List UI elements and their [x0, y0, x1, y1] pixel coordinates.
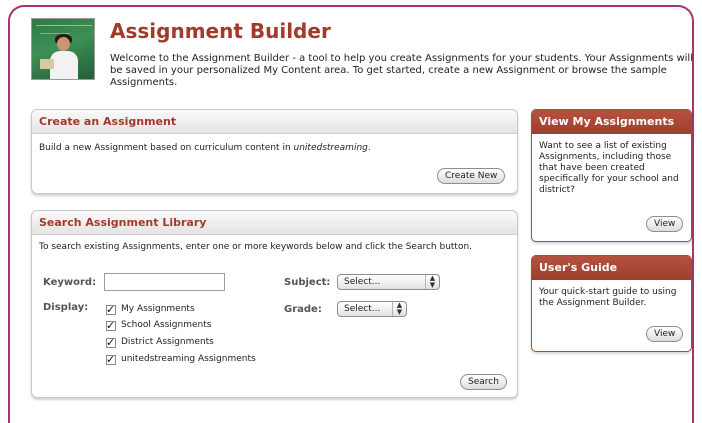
- school-assignments-checkbox[interactable]: ✓: [106, 320, 116, 331]
- school-assignments-label: School Assignments: [121, 320, 212, 330]
- view-assignments-button[interactable]: View: [646, 216, 684, 232]
- create-description: Build a new Assignment based on curricul…: [39, 143, 371, 153]
- search-library-heading: Search Assignment Library: [32, 211, 517, 235]
- keyword-input[interactable]: [104, 273, 225, 291]
- my-assignments-label: My Assignments: [121, 304, 195, 314]
- keyword-label: Keyword:: [43, 277, 97, 288]
- users-guide-text: Your quick-start guide to using the Assi…: [539, 287, 677, 308]
- search-instructions: To search existing Assignments, enter on…: [39, 242, 473, 252]
- unitedstreaming-assignments-label: unitedstreaming Assignments: [121, 354, 256, 364]
- grade-select[interactable]: Select... ▲ ▼: [337, 301, 407, 317]
- unitedstreaming-assignments-checkbox[interactable]: ✓: [106, 354, 116, 365]
- create-new-button[interactable]: Create New: [437, 168, 506, 184]
- view-assignments-text: Want to see a list of existing Assignmen…: [539, 141, 679, 195]
- subject-select[interactable]: Select... ▲ ▼: [337, 274, 440, 290]
- create-assignment-panel: Create an Assignment Build a new Assignm…: [31, 109, 518, 194]
- users-guide-view-button[interactable]: View: [646, 326, 684, 342]
- select-arrows-icon: ▲ ▼: [425, 275, 439, 289]
- teacher-photo: [31, 18, 95, 80]
- my-assignments-checkbox[interactable]: ✓: [106, 304, 116, 315]
- subject-label: Subject:: [284, 277, 331, 288]
- search-library-panel: Search Assignment Library To search exis…: [31, 210, 518, 398]
- users-guide-heading: User's Guide: [532, 256, 691, 280]
- brand-name: unitedstreaming: [293, 143, 368, 153]
- view-assignments-panel: View My Assignments Want to see a list o…: [531, 109, 692, 242]
- display-label: Display:: [43, 302, 89, 313]
- users-guide-panel: User's Guide Your quick-start guide to u…: [531, 255, 692, 352]
- select-arrows-icon: ▲ ▼: [392, 302, 406, 316]
- create-assignment-heading: Create an Assignment: [32, 110, 517, 134]
- intro-text: Welcome to the Assignment Builder - a to…: [110, 53, 693, 88]
- view-assignments-heading: View My Assignments: [532, 110, 691, 134]
- district-assignments-label: District Assignments: [121, 337, 214, 347]
- grade-label: Grade:: [284, 304, 322, 315]
- search-button[interactable]: Search: [460, 374, 507, 390]
- district-assignments-checkbox[interactable]: ✓: [106, 337, 116, 348]
- page-title: Assignment Builder: [110, 19, 331, 43]
